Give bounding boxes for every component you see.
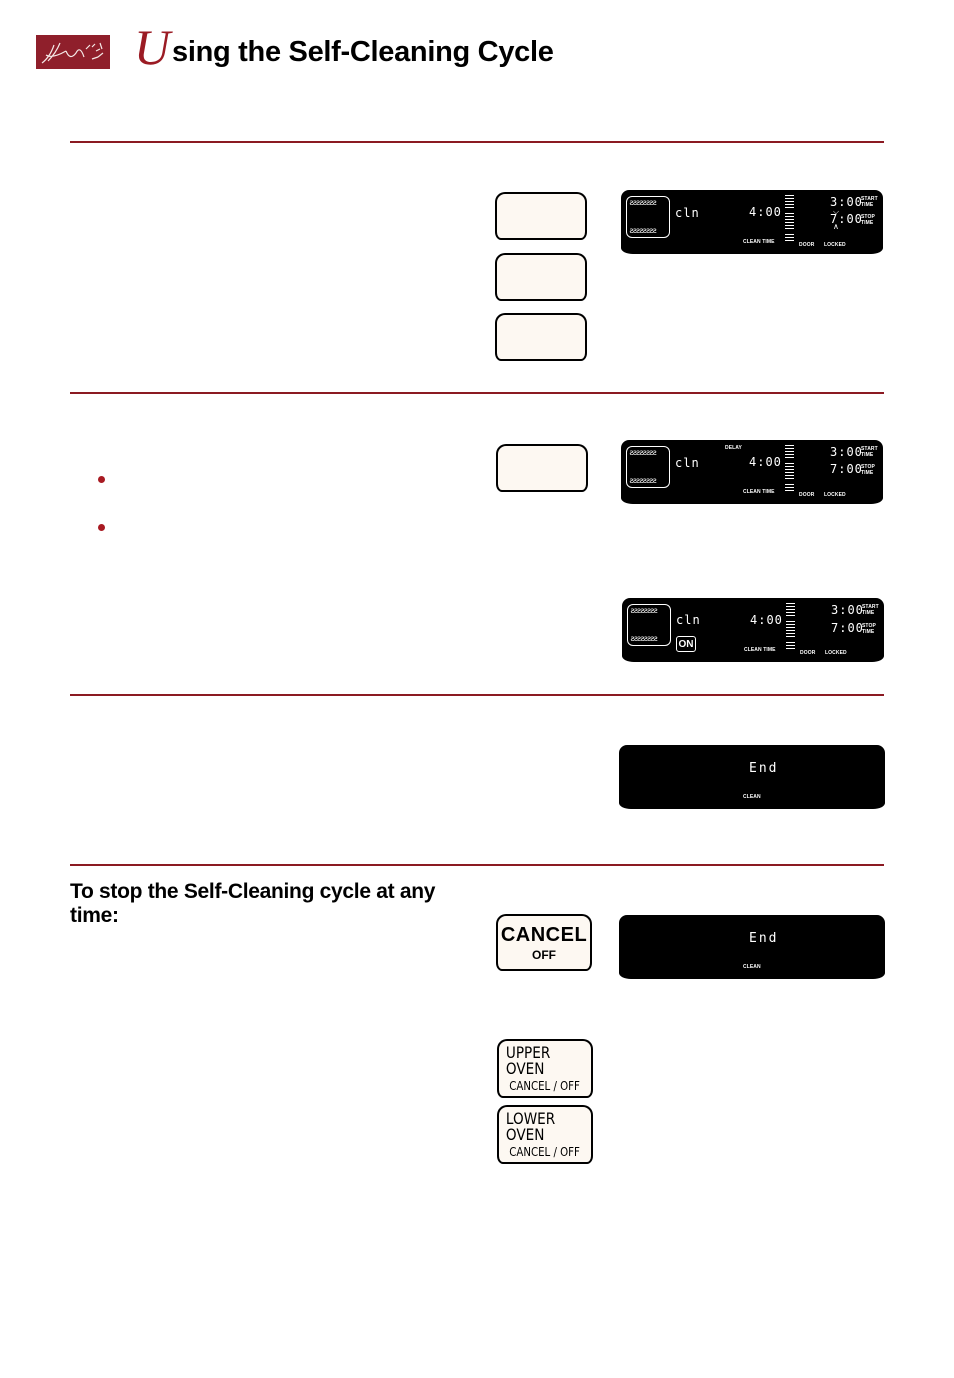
clean-time-readout: 4:00 <box>749 455 782 469</box>
clean-label: CLEAN <box>743 964 761 970</box>
start-time-label: TIME <box>861 202 874 208</box>
door-label: DOOR <box>799 242 815 248</box>
locked-label: LOCKED <box>825 650 847 656</box>
oven-icon: ƨƨƨƨƨƨƨƨ ƨƨƨƨƨƨƨƨ <box>627 604 671 646</box>
mode-readout: cln <box>675 206 700 220</box>
end-readout: End <box>749 931 779 946</box>
stop-time-label: TIME <box>861 470 874 476</box>
level-bars <box>785 445 794 493</box>
oven-display-end: End CLEAN <box>619 915 885 979</box>
clean-time-readout: 4:00 <box>749 205 782 219</box>
page-title: sing the Self-Cleaning Cycle <box>172 36 554 68</box>
bullet-icon <box>98 476 105 483</box>
control-pad-button-2[interactable] <box>495 253 587 301</box>
mode-readout: cln <box>676 613 701 627</box>
cancel-label: CANCEL <box>500 923 588 946</box>
start-time-readout: 3:00 <box>831 603 864 617</box>
clean-time-label: CLEAN TIME <box>744 647 776 653</box>
section-divider <box>70 392 884 394</box>
door-label: DOOR <box>799 492 815 498</box>
section-heading: To stop the Self-Cleaning cycle at any t… <box>70 880 436 927</box>
oven-icon: ƨƨƨƨƨƨƨƨ ƨƨƨƨƨƨƨƨ <box>626 196 670 238</box>
oven-display-clean-on: ƨƨƨƨƨƨƨƨ ƨƨƨƨƨƨƨƨ cln ON 4:00 CLEAN TIME… <box>622 598 884 662</box>
cancel-off-button[interactable]: CANCEL OFF <box>496 914 592 971</box>
upper-oven-label: UPPER OVEN <box>505 1043 551 1078</box>
stop-time-label: TIME <box>862 629 875 635</box>
start-time-label: TIME <box>861 452 874 458</box>
end-readout: End <box>749 761 779 776</box>
stop-time-label: TIME <box>861 220 874 226</box>
oven-icon: ƨƨƨƨƨƨƨƨ ƨƨƨƨƨƨƨƨ <box>626 446 670 488</box>
oven-display-delay-clean: ƨƨƨƨƨƨƨƨ ƨƨƨƨƨƨƨƨ DELAY cln 4:00 CLEAN T… <box>621 440 883 504</box>
stop-time-readout: 7:00 <box>830 462 863 476</box>
upper-oven-cancel-button[interactable]: UPPER OVEN CANCEL / OFF <box>497 1039 593 1098</box>
stop-time-readout: 7:00 <box>831 621 864 635</box>
oven-display-clean-set: ƨƨƨƨƨƨƨƨ ƨƨƨƨƨƨƨƨ cln 4:00 CLEAN TIME 3:… <box>621 190 883 254</box>
locked-label: LOCKED <box>824 242 846 248</box>
oven-display-end: End CLEAN <box>619 745 885 809</box>
mode-readout: cln <box>675 456 700 470</box>
section-divider <box>70 141 884 143</box>
cancel-off-label: CANCEL / OFF <box>509 1145 581 1159</box>
control-pad-button-1[interactable] <box>495 192 587 240</box>
on-indicator: ON <box>676 636 696 652</box>
control-pad-button-3[interactable] <box>495 313 587 361</box>
logo-sketch-icon <box>41 42 104 64</box>
cancel-off-label: CANCEL / OFF <box>509 1079 581 1093</box>
section-divider <box>70 694 884 696</box>
delay-label: DELAY <box>725 445 742 451</box>
level-bars <box>785 195 794 243</box>
off-label: OFF <box>532 947 556 962</box>
clean-time-label: CLEAN TIME <box>743 239 775 245</box>
locked-label: LOCKED <box>824 492 846 498</box>
lower-oven-cancel-button[interactable]: LOWER OVEN CANCEL / OFF <box>497 1105 593 1164</box>
flashing-indicator-icon: ∧ <box>833 222 839 231</box>
section-divider <box>70 864 884 866</box>
start-time-readout: 3:00 <box>830 445 863 459</box>
bullet-icon <box>98 524 105 531</box>
title-initial: U <box>134 19 171 75</box>
clean-label: CLEAN <box>743 794 761 800</box>
door-label: DOOR <box>800 650 816 656</box>
lower-oven-label: LOWER OVEN <box>505 1109 556 1144</box>
flashing-indicator-icon: ⌵ <box>833 207 840 216</box>
brand-logo-icon <box>36 35 110 69</box>
clean-time-label: CLEAN TIME <box>743 489 775 495</box>
clean-time-readout: 4:00 <box>750 613 783 627</box>
start-time-label: TIME <box>862 610 875 616</box>
level-bars <box>786 603 795 651</box>
control-pad-button-4[interactable] <box>496 444 588 492</box>
